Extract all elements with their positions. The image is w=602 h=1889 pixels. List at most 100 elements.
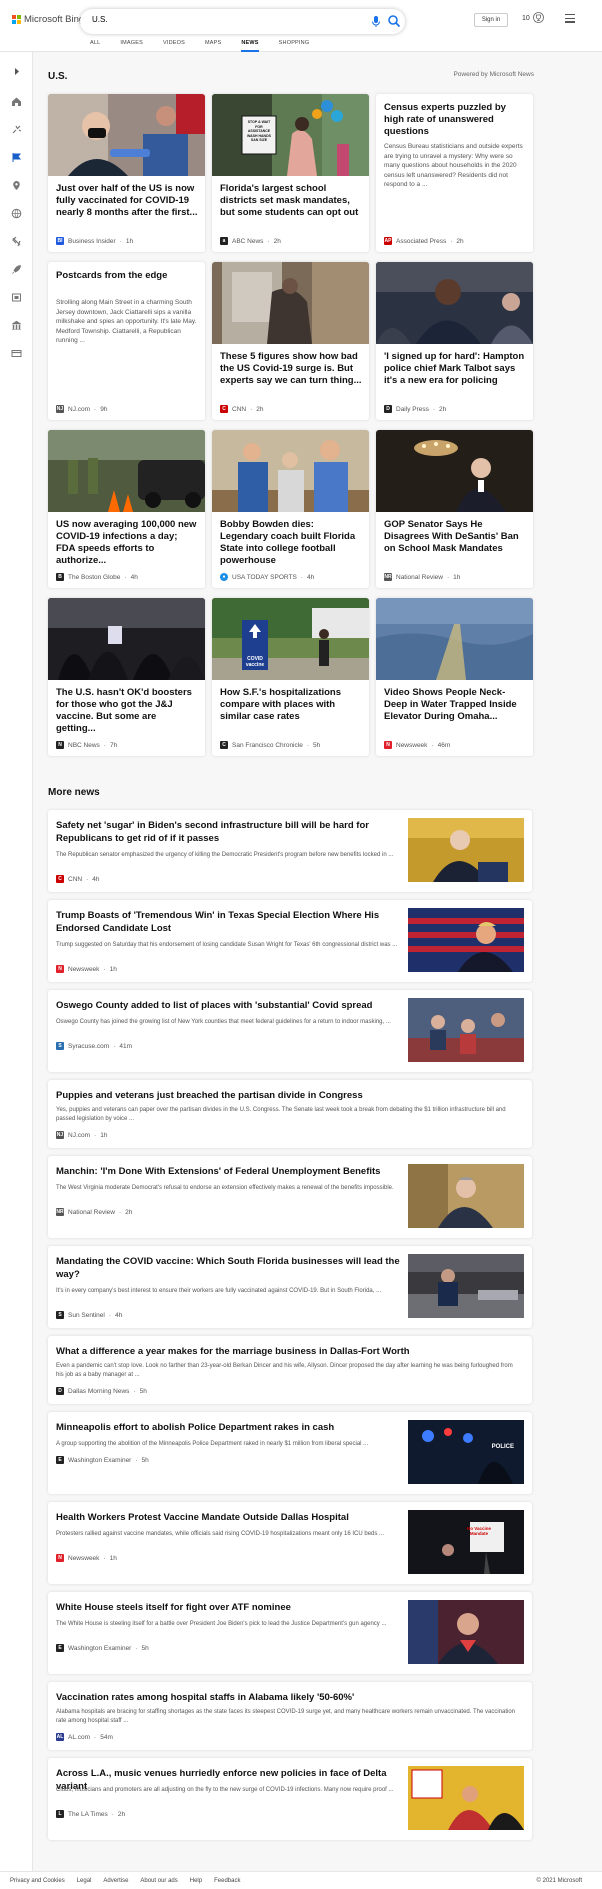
more-news-item[interactable]: Puppies and veterans just breached the p… xyxy=(48,1080,532,1148)
tab-maps[interactable]: MAPS xyxy=(205,40,221,52)
item-source[interactable]: NJ NJ.com · 1h xyxy=(56,1131,107,1139)
card-source[interactable]: a ABC News · 2h xyxy=(220,237,281,245)
card-title[interactable]: The U.S. hasn't OK'd boosters for those … xyxy=(56,687,198,735)
footer-link-advertise[interactable]: Advertise xyxy=(103,1878,128,1884)
item-source[interactable]: L The LA Times · 2h xyxy=(56,1810,125,1818)
card-title[interactable]: Postcards from the edge xyxy=(56,270,198,282)
card-title[interactable]: 'I signed up for hard': Hampton police c… xyxy=(384,351,526,387)
search-icon[interactable] xyxy=(387,14,401,28)
item-title[interactable]: Manchin: 'I'm Done With Extensions' of F… xyxy=(56,1165,406,1178)
powered-by[interactable]: Powered by Microsoft News xyxy=(453,71,534,78)
footer-link-feedback[interactable]: Feedback xyxy=(214,1878,240,1884)
card-title[interactable]: These 5 figures show how bad the US Covi… xyxy=(220,351,362,387)
microphone-icon[interactable] xyxy=(370,15,382,28)
card-source[interactable]: BI Business Insider · 1h xyxy=(56,237,133,245)
item-source[interactable]: E Washington Examiner · 5h xyxy=(56,1644,149,1652)
tab-videos[interactable]: VIDEOS xyxy=(163,40,185,52)
card-source[interactable]: NJ NJ.com · 9h xyxy=(56,405,107,413)
more-news-item[interactable]: Trump Boasts of 'Tremendous Win' in Texa… xyxy=(48,900,532,982)
hamburger-menu-icon[interactable] xyxy=(565,14,575,23)
card-title[interactable]: Florida's largest school districts set m… xyxy=(220,183,362,219)
tab-news[interactable]: NEWS xyxy=(241,40,259,52)
bing-logo[interactable]: Microsoft Bing xyxy=(12,14,84,25)
card-title[interactable]: Just over half of the US is now fully va… xyxy=(56,183,198,219)
more-news-item[interactable]: Health Workers Protest Vaccine Mandate O… xyxy=(48,1502,532,1584)
card-title[interactable]: GOP Senator Says He Disagrees With DeSan… xyxy=(384,519,526,555)
card-icon[interactable] xyxy=(11,348,22,359)
news-card[interactable]: The U.S. hasn't OK'd boosters for those … xyxy=(48,598,205,756)
card-title[interactable]: Bobby Bowden dies: Legendary coach built… xyxy=(220,519,362,567)
item-source[interactable]: N Newsweek · 1h xyxy=(56,1554,117,1562)
footer-link-help[interactable]: Help xyxy=(190,1878,202,1884)
item-source[interactable]: S Syracuse.com · 41m xyxy=(56,1042,132,1050)
card-source[interactable]: N NBC News · 7h xyxy=(56,741,117,749)
flag-icon[interactable] xyxy=(11,152,22,163)
card-source[interactable]: N Newsweek · 46m xyxy=(384,741,450,749)
card-title[interactable]: How S.F.'s hospitalizations compare with… xyxy=(220,687,362,723)
rewards-count[interactable]: 10 xyxy=(522,15,530,22)
item-source[interactable]: C CNN · 4h xyxy=(56,875,100,883)
card-source[interactable]: C CNN · 2h xyxy=(220,405,264,413)
news-card[interactable]: These 5 figures show how bad the US Covi… xyxy=(212,262,369,420)
more-news-item[interactable]: Mandating the COVID vaccine: Which South… xyxy=(48,1246,532,1328)
news-card[interactable]: STOP & WAIT FOR ASSISTANCE WASH HANDS SA… xyxy=(212,94,369,252)
footer-link-about-ads[interactable]: About our ads xyxy=(140,1878,177,1884)
item-title[interactable]: Mandating the COVID vaccine: Which South… xyxy=(56,1255,406,1281)
tab-shopping[interactable]: SHOPPING xyxy=(279,40,310,52)
scale-icon[interactable] xyxy=(11,236,22,247)
card-source[interactable]: AP Associated Press · 2h xyxy=(384,237,464,245)
news-card[interactable]: Bobby Bowden dies: Legendary coach built… xyxy=(212,430,369,588)
item-source[interactable]: D Dallas Morning News · 5h xyxy=(56,1387,147,1395)
item-source[interactable]: N Newsweek · 1h xyxy=(56,965,117,973)
news-card[interactable]: Postcards from the edge Strolling along … xyxy=(48,262,205,420)
rewards-trophy-icon[interactable] xyxy=(533,12,544,23)
item-source[interactable]: S Sun Sentinel · 4h xyxy=(56,1311,122,1319)
news-card[interactable]: COVID vaccine How S.F.'s hospitalizations… xyxy=(212,598,369,756)
globe-icon[interactable] xyxy=(11,208,22,219)
expand-icon[interactable] xyxy=(11,66,22,77)
news-card[interactable]: US now averaging 100,000 new COVID-19 in… xyxy=(48,430,205,588)
news-card[interactable]: Just over half of the US is now fully va… xyxy=(48,94,205,252)
location-pin-icon[interactable] xyxy=(11,180,22,191)
recommended-icon[interactable] xyxy=(11,124,22,135)
film-icon[interactable] xyxy=(11,292,22,303)
card-title[interactable]: Census experts puzzled by high rate of u… xyxy=(384,102,526,138)
tab-images[interactable]: IMAGES xyxy=(120,40,143,52)
more-news-item[interactable]: Safety net 'sugar' in Biden's second inf… xyxy=(48,810,532,892)
item-source[interactable]: AL AL.com · 54m xyxy=(56,1733,113,1741)
more-news-item[interactable]: Manchin: 'I'm Done With Extensions' of F… xyxy=(48,1156,532,1238)
item-title[interactable]: Minneapolis effort to abolish Police Dep… xyxy=(56,1421,406,1434)
more-news-item[interactable]: Oswego County added to list of places wi… xyxy=(48,990,532,1072)
news-card[interactable]: 'I signed up for hard': Hampton police c… xyxy=(376,262,533,420)
card-source[interactable]: B The Boston Globe · 4h xyxy=(56,573,138,581)
item-title[interactable]: White House steels itself for fight over… xyxy=(56,1601,406,1614)
item-source[interactable]: E Washington Examiner · 5h xyxy=(56,1456,149,1464)
more-news-item[interactable]: What a difference a year makes for the m… xyxy=(48,1336,532,1404)
footer-link-privacy[interactable]: Privacy and Cookies xyxy=(10,1878,65,1884)
item-title[interactable]: What a difference a year makes for the m… xyxy=(56,1345,516,1358)
footer-link-legal[interactable]: Legal xyxy=(77,1878,92,1884)
news-card[interactable]: GOP Senator Says He Disagrees With DeSan… xyxy=(376,430,533,588)
card-source[interactable]: D Daily Press · 2h xyxy=(384,405,446,413)
bank-icon[interactable] xyxy=(11,320,22,331)
more-news-item[interactable]: White House steels itself for fight over… xyxy=(48,1592,532,1674)
card-title[interactable]: US now averaging 100,000 new COVID-19 in… xyxy=(56,519,198,567)
more-news-item[interactable]: Vaccination rates among hospital staffs … xyxy=(48,1682,532,1750)
search-box[interactable] xyxy=(80,9,405,34)
item-source[interactable]: NR National Review · 2h xyxy=(56,1208,132,1216)
item-title[interactable]: Puppies and veterans just breached the p… xyxy=(56,1089,516,1102)
more-news-item[interactable]: Minneapolis effort to abolish Police Dep… xyxy=(48,1412,532,1494)
more-news-item[interactable]: Across L.A., music venues hurriedly enfo… xyxy=(48,1758,532,1840)
item-title[interactable]: Safety net 'sugar' in Biden's second inf… xyxy=(56,819,406,845)
search-input[interactable] xyxy=(92,15,332,24)
sign-in-button[interactable]: Sign in xyxy=(474,13,508,27)
card-source[interactable]: C San Francisco Chronicle · 5h xyxy=(220,741,320,749)
news-card[interactable]: Census experts puzzled by high rate of u… xyxy=(376,94,533,252)
item-title[interactable]: Trump Boasts of 'Tremendous Win' in Texa… xyxy=(56,909,406,935)
tab-all[interactable]: ALL xyxy=(90,40,100,52)
item-title[interactable]: Oswego County added to list of places wi… xyxy=(56,999,406,1012)
card-source[interactable]: NR National Review · 1h xyxy=(384,573,460,581)
item-title[interactable]: Health Workers Protest Vaccine Mandate O… xyxy=(56,1511,406,1524)
card-source[interactable]: ● USA TODAY SPORTS · 4h xyxy=(220,573,314,581)
rocket-icon[interactable] xyxy=(11,264,22,275)
